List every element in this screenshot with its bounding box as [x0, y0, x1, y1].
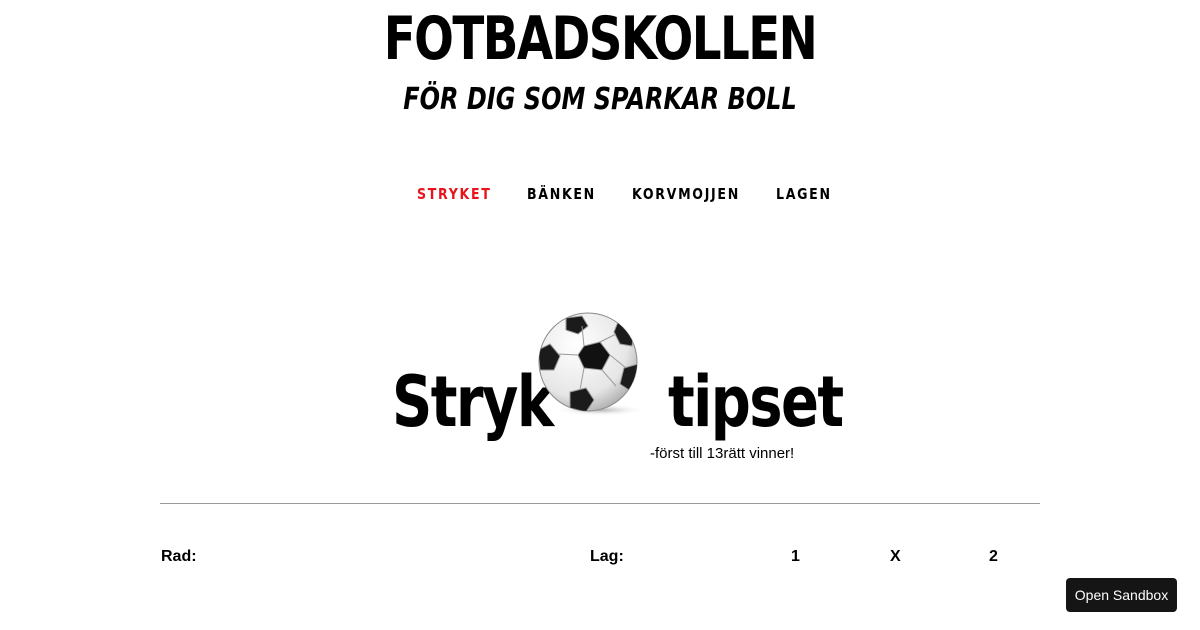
nav-item-stryket[interactable]: STRYKET [417, 182, 492, 206]
nav-item-korvmojjen[interactable]: KORVMOJJEN [632, 182, 740, 206]
main-nav: STRYKET BÄNKEN KORVMOJJEN LAGEN [0, 182, 1200, 208]
site-title: FOTBADSKOLLEN [383, 4, 818, 74]
logo-subtitle: -först till 13rätt vinner! [650, 445, 795, 462]
nav-item-banken[interactable]: BÄNKEN [527, 182, 596, 206]
column-header-2: 2 [989, 548, 998, 565]
open-sandbox-button[interactable]: Open Sandbox [1066, 578, 1177, 612]
soccer-ball-icon [538, 312, 646, 416]
column-header-lag: Lag: [590, 548, 624, 565]
column-header-rad: Rad: [161, 548, 197, 565]
site-tagline: FÖR DIG SOM SPARKAR BOLL [403, 82, 797, 117]
content-divider [160, 503, 1040, 504]
logo-word-tipset: tipset [668, 361, 844, 443]
column-header-1: 1 [791, 548, 800, 565]
logo-word-stryk: Stryk [392, 361, 554, 443]
column-header-x: X [890, 548, 901, 565]
nav-item-lagen[interactable]: LAGEN [776, 182, 832, 206]
